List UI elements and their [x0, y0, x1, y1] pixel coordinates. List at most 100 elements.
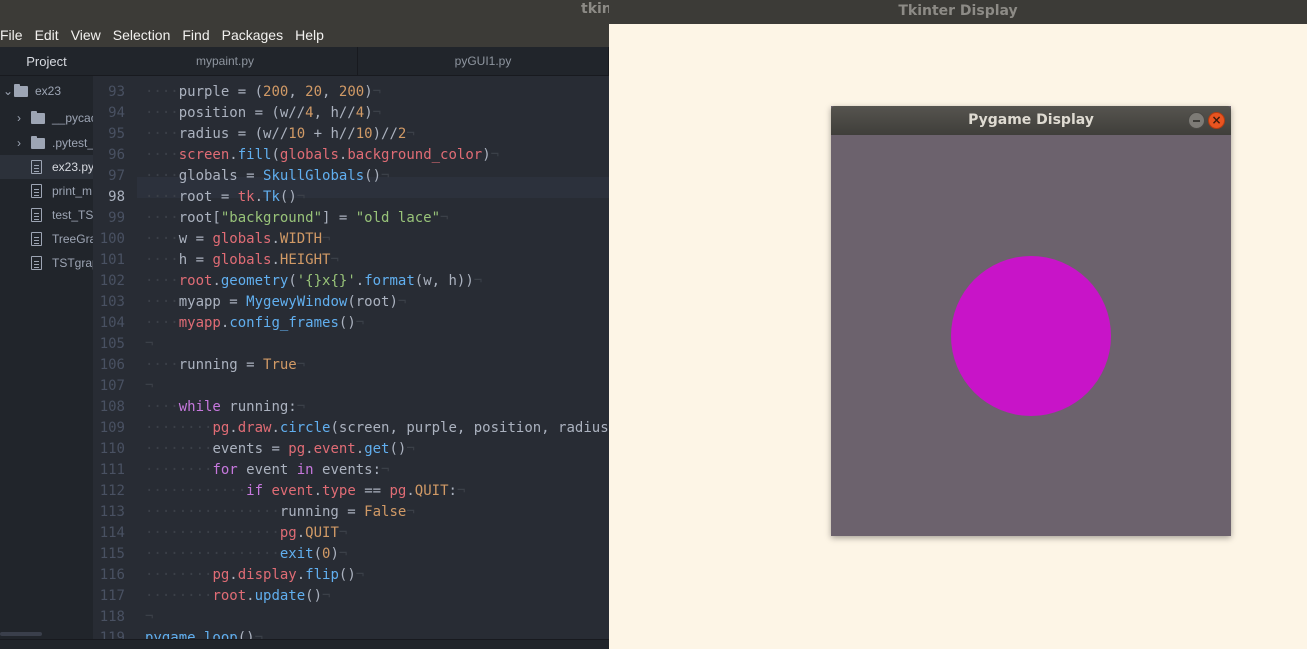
code-token: ¬	[355, 567, 365, 583]
menu-file[interactable]: File	[0, 24, 29, 47]
tree-item-print[interactable]: print_m	[0, 179, 93, 203]
code-token: if	[246, 483, 264, 499]
tree-item-treegra[interactable]: TreeGra	[0, 227, 93, 251]
chevron-down-icon[interactable]: ⌄	[3, 79, 13, 103]
tree-item-pytest[interactable]: › .pytest_	[0, 131, 93, 155]
tree-item-test-ts[interactable]: test_TS	[0, 203, 93, 227]
code-token: ¬	[381, 462, 390, 478]
chevron-right-icon[interactable]: ›	[17, 106, 27, 130]
code-token: MygewyWindow	[246, 294, 348, 310]
code-token: pg	[389, 483, 407, 499]
line-number: 98	[108, 189, 125, 205]
code-line[interactable]: ····w = globals.WIDTH¬	[145, 229, 330, 250]
code-token: ==	[355, 483, 390, 499]
code-token: exit	[279, 546, 314, 562]
line-number: 104	[99, 315, 125, 331]
code-token: events:	[313, 462, 382, 478]
code-line[interactable]: ········pg.draw.circle(screen, purple, p…	[145, 418, 609, 439]
menu-edit[interactable]: Edit	[29, 24, 65, 47]
code-line[interactable]: ····purple = (200, 20, 200)¬	[145, 82, 381, 103]
code-token: root	[212, 588, 247, 604]
code-line[interactable]: ············if event.type == pg.QUIT:¬	[145, 481, 465, 502]
code-token: HEIGHT	[279, 252, 331, 268]
code-line[interactable]: ¬	[145, 376, 153, 397]
code-line[interactable]: ····globals = SkullGlobals()¬	[145, 166, 389, 187]
code-line[interactable]: ················running = False¬	[145, 502, 415, 523]
pygame-canvas	[831, 135, 1231, 536]
code-token: ¬	[145, 609, 154, 625]
code-token: ()	[338, 567, 356, 583]
code-token: ()	[279, 189, 297, 205]
line-number: 113	[99, 504, 125, 520]
code-line[interactable]: ····screen.fill(globals.background_color…	[145, 145, 499, 166]
code-line[interactable]: ····position = (w//4, h//4)¬	[145, 103, 381, 124]
code-line[interactable]: ················pg.QUIT¬	[145, 523, 347, 544]
code-token: ················	[145, 525, 280, 541]
code-line[interactable]: ····radius = (w//10 + h//10)//2¬	[145, 124, 415, 145]
code-token: :	[448, 483, 457, 499]
code-line[interactable]: ················exit(0)¬	[145, 544, 347, 565]
code-line[interactable]: ····while running:¬	[145, 397, 305, 418]
code-line[interactable]: ········for event in events:¬	[145, 460, 389, 481]
code-token: ············	[145, 483, 247, 499]
tree-item-label: test_TS	[52, 208, 93, 222]
code-line[interactable]: pygame_loop()¬	[145, 628, 263, 639]
menu-view[interactable]: View	[65, 24, 107, 47]
tree-item-pycache[interactable]: › __pycac	[0, 106, 93, 130]
close-button[interactable]: ×	[1208, 112, 1225, 129]
code-line[interactable]: ····root["background"] = "old lace"¬	[145, 208, 448, 229]
code-line[interactable]: ····running = True¬	[145, 355, 305, 376]
tab-pygui1[interactable]: pyGUI1.py	[358, 47, 609, 76]
code-token: ()	[338, 315, 356, 331]
code-line[interactable]: ····root = tk.Tk()¬	[145, 187, 305, 208]
project-tab[interactable]: Project	[0, 47, 93, 76]
code-token: ()	[364, 168, 382, 184]
pygame-titlebar[interactable]: Pygame Display ×	[831, 106, 1231, 135]
code-line[interactable]: ¬	[145, 334, 153, 355]
code-line[interactable]: ········root.update()¬	[145, 586, 330, 607]
code-token: myapp =	[178, 294, 247, 310]
code-token: myapp	[178, 315, 221, 331]
code-line[interactable]: ····root.geometry('{}x{}'.format(w, h))¬	[145, 271, 482, 292]
line-number: 93	[108, 84, 125, 100]
menu-selection[interactable]: Selection	[107, 24, 177, 47]
pygame-display-window: Pygame Display ×	[831, 106, 1231, 536]
code-token: root[	[178, 210, 221, 226]
code-line[interactable]: ····myapp = MygewyWindow(root)¬	[145, 292, 406, 313]
tree-root-ex23[interactable]: ⌄ ex23	[0, 79, 93, 103]
code-line[interactable]: ········pg.display.flip()¬	[145, 565, 364, 586]
code-token: )//	[372, 126, 398, 142]
tree-item-ex23-py[interactable]: ex23.py	[0, 155, 93, 179]
line-number: 95	[108, 126, 125, 142]
minimize-button[interactable]	[1188, 112, 1205, 129]
tab-mypaint[interactable]: mypaint.py	[93, 47, 358, 76]
line-number: 114	[99, 525, 125, 541]
code-token: geometry	[220, 273, 289, 289]
code-line[interactable]: ········events = pg.event.get()¬	[145, 439, 415, 460]
menu-packages[interactable]: Packages	[216, 24, 289, 47]
code-token: (	[313, 546, 323, 562]
code-token: ····	[145, 357, 179, 373]
code-token: ] =	[322, 210, 356, 226]
code-token: get	[364, 441, 390, 457]
code-token: screen	[178, 147, 230, 163]
code-token: .	[229, 147, 238, 163]
code-line[interactable]: ····myapp.config_frames()¬	[145, 313, 364, 334]
code-token: (screen, purple, position, radius	[330, 420, 609, 436]
menu-help[interactable]: Help	[289, 24, 330, 47]
tkinter-titlebar[interactable]: Tkinter Display	[609, 0, 1307, 24]
tree-item-tstgrap[interactable]: TSTgrap	[0, 251, 93, 275]
menu-find[interactable]: Find	[176, 24, 215, 47]
line-number: 101	[99, 252, 125, 268]
code-editor[interactable]: ····purple = (200, 20, 200)¬ ····position…	[137, 76, 609, 639]
code-token: root =	[178, 189, 238, 205]
line-number: 112	[99, 483, 125, 499]
file-icon	[31, 256, 42, 270]
atom-editor-window: tkin File Edit View Selection Find Packa…	[0, 0, 609, 649]
tree-horizontal-scrollbar[interactable]	[0, 632, 42, 636]
code-token: .	[406, 483, 415, 499]
chevron-right-icon[interactable]: ›	[17, 131, 27, 155]
code-line[interactable]: ····h = globals.HEIGHT¬	[145, 250, 339, 271]
code-token: ····	[145, 126, 179, 142]
code-line[interactable]: ¬	[145, 607, 153, 628]
